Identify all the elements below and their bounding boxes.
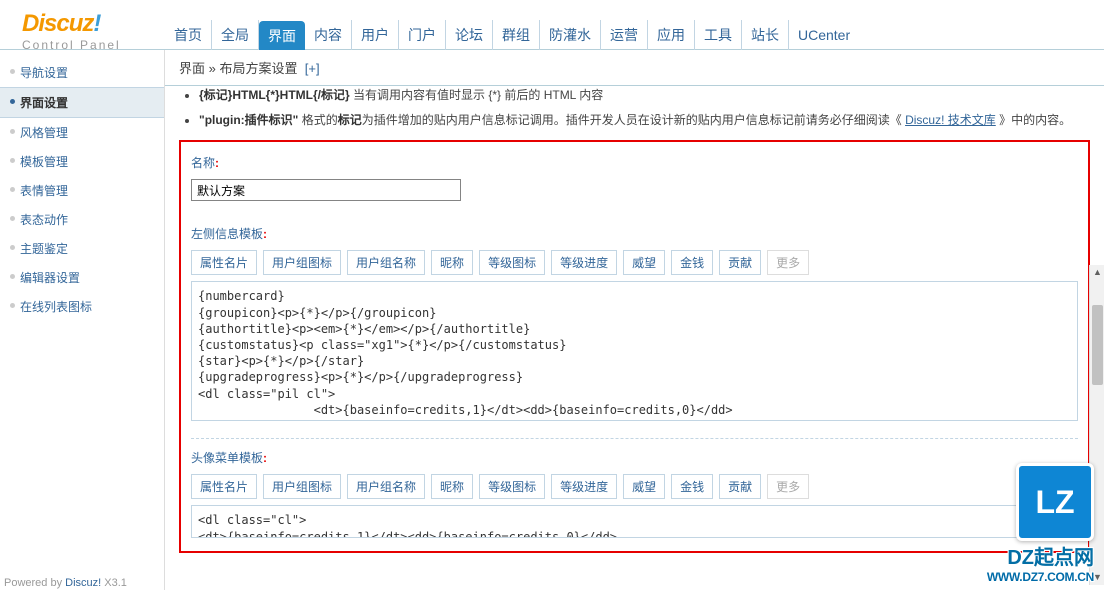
sidebar-item-2[interactable]: 风格管理	[0, 118, 164, 147]
highlight-box: 名称: 左侧信息模板: 属性名片用户组图标用户组名称昵称等级图标等级进度威望金钱…	[179, 140, 1090, 553]
tag-button[interactable]: 属性名片	[191, 250, 257, 275]
doc-link[interactable]: Discuz! 技术文库	[905, 113, 996, 127]
sidebar-item-7[interactable]: 编辑器设置	[0, 263, 164, 292]
breadcrumb: 界面 » 布局方案设置 [+]	[165, 50, 1104, 86]
topnav-item-11[interactable]: 工具	[695, 20, 742, 50]
topnav-item-4[interactable]: 用户	[352, 20, 399, 50]
tag-button[interactable]: 等级图标	[479, 250, 545, 275]
topnav-item-5[interactable]: 门户	[399, 20, 446, 50]
note-item: {标记}HTML{*}HTML{/标记} 当有调用内容有值时显示 {*} 前后的…	[199, 86, 1090, 105]
logo-excl: !	[93, 10, 100, 37]
tag-button[interactable]: 等级进度	[551, 250, 617, 275]
tag-button[interactable]: 贡献	[719, 250, 761, 275]
topnav-item-1[interactable]: 全局	[212, 20, 259, 50]
tag-button[interactable]: 用户组图标	[263, 474, 341, 499]
tag-button[interactable]: 用户组名称	[347, 250, 425, 275]
footer: Powered by Discuz! X3.1	[0, 576, 131, 590]
topnav-item-9[interactable]: 运营	[601, 20, 648, 50]
tag-button[interactable]: 等级图标	[479, 474, 545, 499]
topnav-item-6[interactable]: 论坛	[446, 20, 493, 50]
notes: {标记}HTML{*}HTML{/标记} 当有调用内容有值时显示 {*} 前后的…	[199, 86, 1090, 130]
tag-row-avatar: 属性名片用户组图标用户组名称昵称等级图标等级进度威望金钱贡献更多	[191, 474, 1078, 499]
tag-button[interactable]: 用户组图标	[263, 250, 341, 275]
avatar-template-textarea[interactable]: <dl class="cl"> <dt>{baseinfo=credits,1}…	[191, 505, 1078, 538]
tag-more-button[interactable]: 更多	[767, 250, 809, 275]
footer-link[interactable]: Discuz!	[65, 577, 101, 589]
note-tag: {标记}HTML{*}HTML{/标记}	[199, 88, 350, 102]
sidebar-item-5[interactable]: 表态动作	[0, 205, 164, 234]
tag-button[interactable]: 金钱	[671, 250, 713, 275]
breadcrumb-page: 布局方案设置	[219, 61, 297, 76]
topnav-item-12[interactable]: 站长	[742, 20, 789, 50]
avatar-template-label: 头像菜单模板:	[191, 449, 1078, 466]
sidebar-item-0[interactable]: 导航设置	[0, 58, 164, 87]
breadcrumb-section[interactable]: 界面	[179, 61, 205, 76]
note-text-bold: 标记	[338, 113, 362, 127]
tag-button[interactable]: 昵称	[431, 250, 473, 275]
tag-button[interactable]: 属性名片	[191, 474, 257, 499]
sidebar-item-1[interactable]: 界面设置	[0, 87, 164, 118]
sidebar-item-3[interactable]: 模板管理	[0, 147, 164, 176]
sidebar: 导航设置界面设置风格管理模板管理表情管理表态动作主题鉴定编辑器设置在线列表图标	[0, 50, 165, 590]
scrollbar[interactable]: ▲ ▼	[1089, 265, 1104, 585]
tag-button[interactable]: 用户组名称	[347, 474, 425, 499]
topnav-item-10[interactable]: 应用	[648, 20, 695, 50]
note-item: "plugin:插件标识" 格式的标记为插件增加的贴内用户信息标记调用。插件开发…	[199, 111, 1090, 130]
topnav-item-2[interactable]: 界面	[259, 21, 305, 51]
sidebar-item-8[interactable]: 在线列表图标	[0, 292, 164, 321]
note-text: 当有调用内容有值时显示 {*} 前后的 HTML 内容	[350, 88, 604, 102]
note-text: 》中的内容。	[996, 113, 1071, 127]
scroll-up-icon[interactable]: ▲	[1090, 265, 1104, 280]
tag-more-button[interactable]: 更多	[767, 474, 809, 499]
topnav-item-7[interactable]: 群组	[493, 20, 540, 50]
note-text: 格式的	[298, 113, 337, 127]
tag-button[interactable]: 威望	[623, 250, 665, 275]
topnav-item-0[interactable]: 首页	[165, 20, 212, 50]
name-input[interactable]	[191, 179, 461, 201]
tag-button[interactable]: 贡献	[719, 474, 761, 499]
left-template-textarea[interactable]: {numbercard} {groupicon}<p>{*}</p>{/grou…	[191, 281, 1078, 421]
tag-button[interactable]: 等级进度	[551, 474, 617, 499]
topnav-item-13[interactable]: UCenter	[789, 20, 859, 50]
tag-button[interactable]: 金钱	[671, 474, 713, 499]
scroll-down-icon[interactable]: ▼	[1090, 570, 1104, 585]
breadcrumb-sep: »	[205, 61, 219, 76]
top-navigation: 首页全局界面内容用户门户论坛群组防灌水运营应用工具站长UCenter	[165, 0, 859, 50]
tag-button[interactable]: 威望	[623, 474, 665, 499]
name-label: 名称:	[191, 154, 1078, 171]
breadcrumb-expand[interactable]: [+]	[305, 61, 320, 76]
topnav-item-3[interactable]: 内容	[305, 20, 352, 50]
logo-text: Discuz	[22, 10, 93, 37]
sidebar-item-6[interactable]: 主题鉴定	[0, 234, 164, 263]
note-tag: "plugin:插件标识"	[199, 113, 298, 127]
divider	[191, 438, 1078, 439]
tag-row-left: 属性名片用户组图标用户组名称昵称等级图标等级进度威望金钱贡献更多	[191, 250, 1078, 275]
topnav-item-8[interactable]: 防灌水	[540, 20, 601, 50]
note-text: 为插件增加的贴内用户信息标记调用。插件开发人员在设计新的贴内用户信息标记前请务必…	[362, 113, 905, 127]
sidebar-item-4[interactable]: 表情管理	[0, 176, 164, 205]
tag-button[interactable]: 昵称	[431, 474, 473, 499]
scroll-thumb[interactable]	[1092, 305, 1103, 385]
left-template-label: 左侧信息模板:	[191, 225, 1078, 242]
